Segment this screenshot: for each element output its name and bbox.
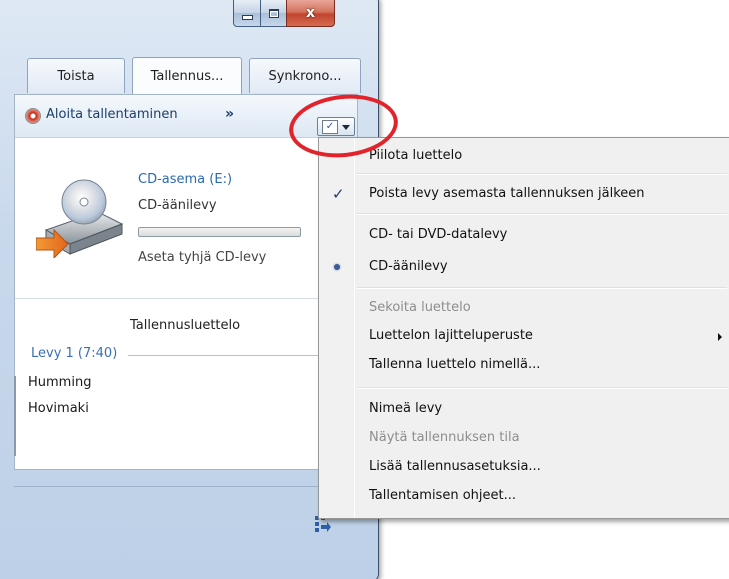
- insert-disc-hint: Aseta tyhjä CD-levy: [138, 250, 267, 265]
- menu-item-label: Näytä tallennuksen tila: [369, 430, 520, 445]
- tab-play[interactable]: Toista: [27, 58, 125, 93]
- menu-item-label: Nimeä levy: [369, 401, 443, 416]
- list-options-menu: Piilota luettelo ✓ Poista levy asemasta …: [318, 137, 729, 519]
- close-button[interactable]: x: [286, 0, 335, 27]
- menu-item-hide-list[interactable]: Piilota luettelo: [319, 143, 729, 169]
- list-item[interactable]: Hovimaki: [28, 401, 89, 416]
- section-divider: [15, 298, 355, 299]
- menu-separator: [357, 213, 727, 215]
- start-burn-button[interactable]: Aloita tallentaminen: [46, 107, 178, 122]
- pane-bottom-divider: [14, 486, 356, 487]
- screenshot-stage: x Toista Tallennus... Synkrono... Aloita…: [0, 0, 729, 579]
- submenu-arrow-icon: [718, 333, 722, 341]
- burn-disc-icon: [25, 108, 41, 124]
- burn-list-title: Tallennusluettelo: [130, 318, 241, 333]
- menu-item-sort-by[interactable]: Luettelon lajitteluperuste: [319, 323, 729, 349]
- menu-item-data-disc[interactable]: CD- tai DVD-datalevy: [319, 222, 729, 248]
- list-edge: [14, 376, 16, 456]
- maximize-button[interactable]: [260, 0, 288, 27]
- disc-type: CD-äänilevy: [138, 198, 217, 213]
- menu-item-eject-after-burn[interactable]: ✓ Poista levy asemasta tallennuksen jälk…: [319, 181, 729, 207]
- menu-item-label: Lisää tallennusasetuksia...: [369, 459, 541, 474]
- menu-item-shuffle-list: Sekoita luettelo: [319, 295, 729, 321]
- menu-item-label: Tallenna luettelo nimellä...: [369, 357, 541, 372]
- minimize-button[interactable]: [233, 0, 262, 27]
- menu-item-label: Luettelon lajitteluperuste: [369, 328, 533, 343]
- close-icon: x: [305, 5, 316, 21]
- maximize-icon: [269, 8, 279, 18]
- menu-item-save-list-as[interactable]: Tallenna luettelo nimellä...: [319, 352, 729, 378]
- menu-item-audio-cd[interactable]: CD-äänilevy: [319, 254, 729, 280]
- menu-separator: [357, 387, 727, 389]
- check-icon: ✓: [332, 185, 345, 203]
- tab-sync[interactable]: Synkrono...: [249, 58, 361, 93]
- menu-item-more-burn-options[interactable]: Lisää tallennusasetuksia...: [319, 454, 729, 480]
- menu-item-label: Tallentamisen ohjeet...: [369, 488, 516, 503]
- menu-separator: [357, 173, 727, 175]
- more-commands-chevron[interactable]: »: [225, 106, 234, 122]
- drive-name[interactable]: CD-asema (E:): [138, 172, 232, 187]
- menu-item-label: CD-äänilevy: [369, 259, 448, 274]
- menu-separator: [357, 287, 727, 289]
- cd-drive-icon: [36, 179, 124, 258]
- menu-item-label: Poista levy asemasta tallennuksen jälkee…: [369, 186, 645, 201]
- menu-item-name-disc[interactable]: Nimeä levy: [319, 396, 729, 422]
- burn-progress-bar: [138, 227, 301, 237]
- list-item[interactable]: Humming: [28, 375, 91, 390]
- menu-item-show-burn-status: Näytä tallennuksen tila: [319, 425, 729, 451]
- tab-burn[interactable]: Tallennus...: [132, 57, 242, 94]
- menu-item-label: CD- tai DVD-datalevy: [369, 227, 508, 242]
- minimize-icon: [242, 14, 253, 20]
- menu-item-label: Piilota luettelo: [369, 148, 463, 163]
- disc-header[interactable]: Levy 1 (7:40): [31, 346, 117, 361]
- radio-selected-icon: [334, 264, 340, 270]
- menu-item-burn-help[interactable]: Tallentamisen ohjeet...: [319, 483, 729, 509]
- menu-item-label: Sekoita luettelo: [369, 300, 471, 315]
